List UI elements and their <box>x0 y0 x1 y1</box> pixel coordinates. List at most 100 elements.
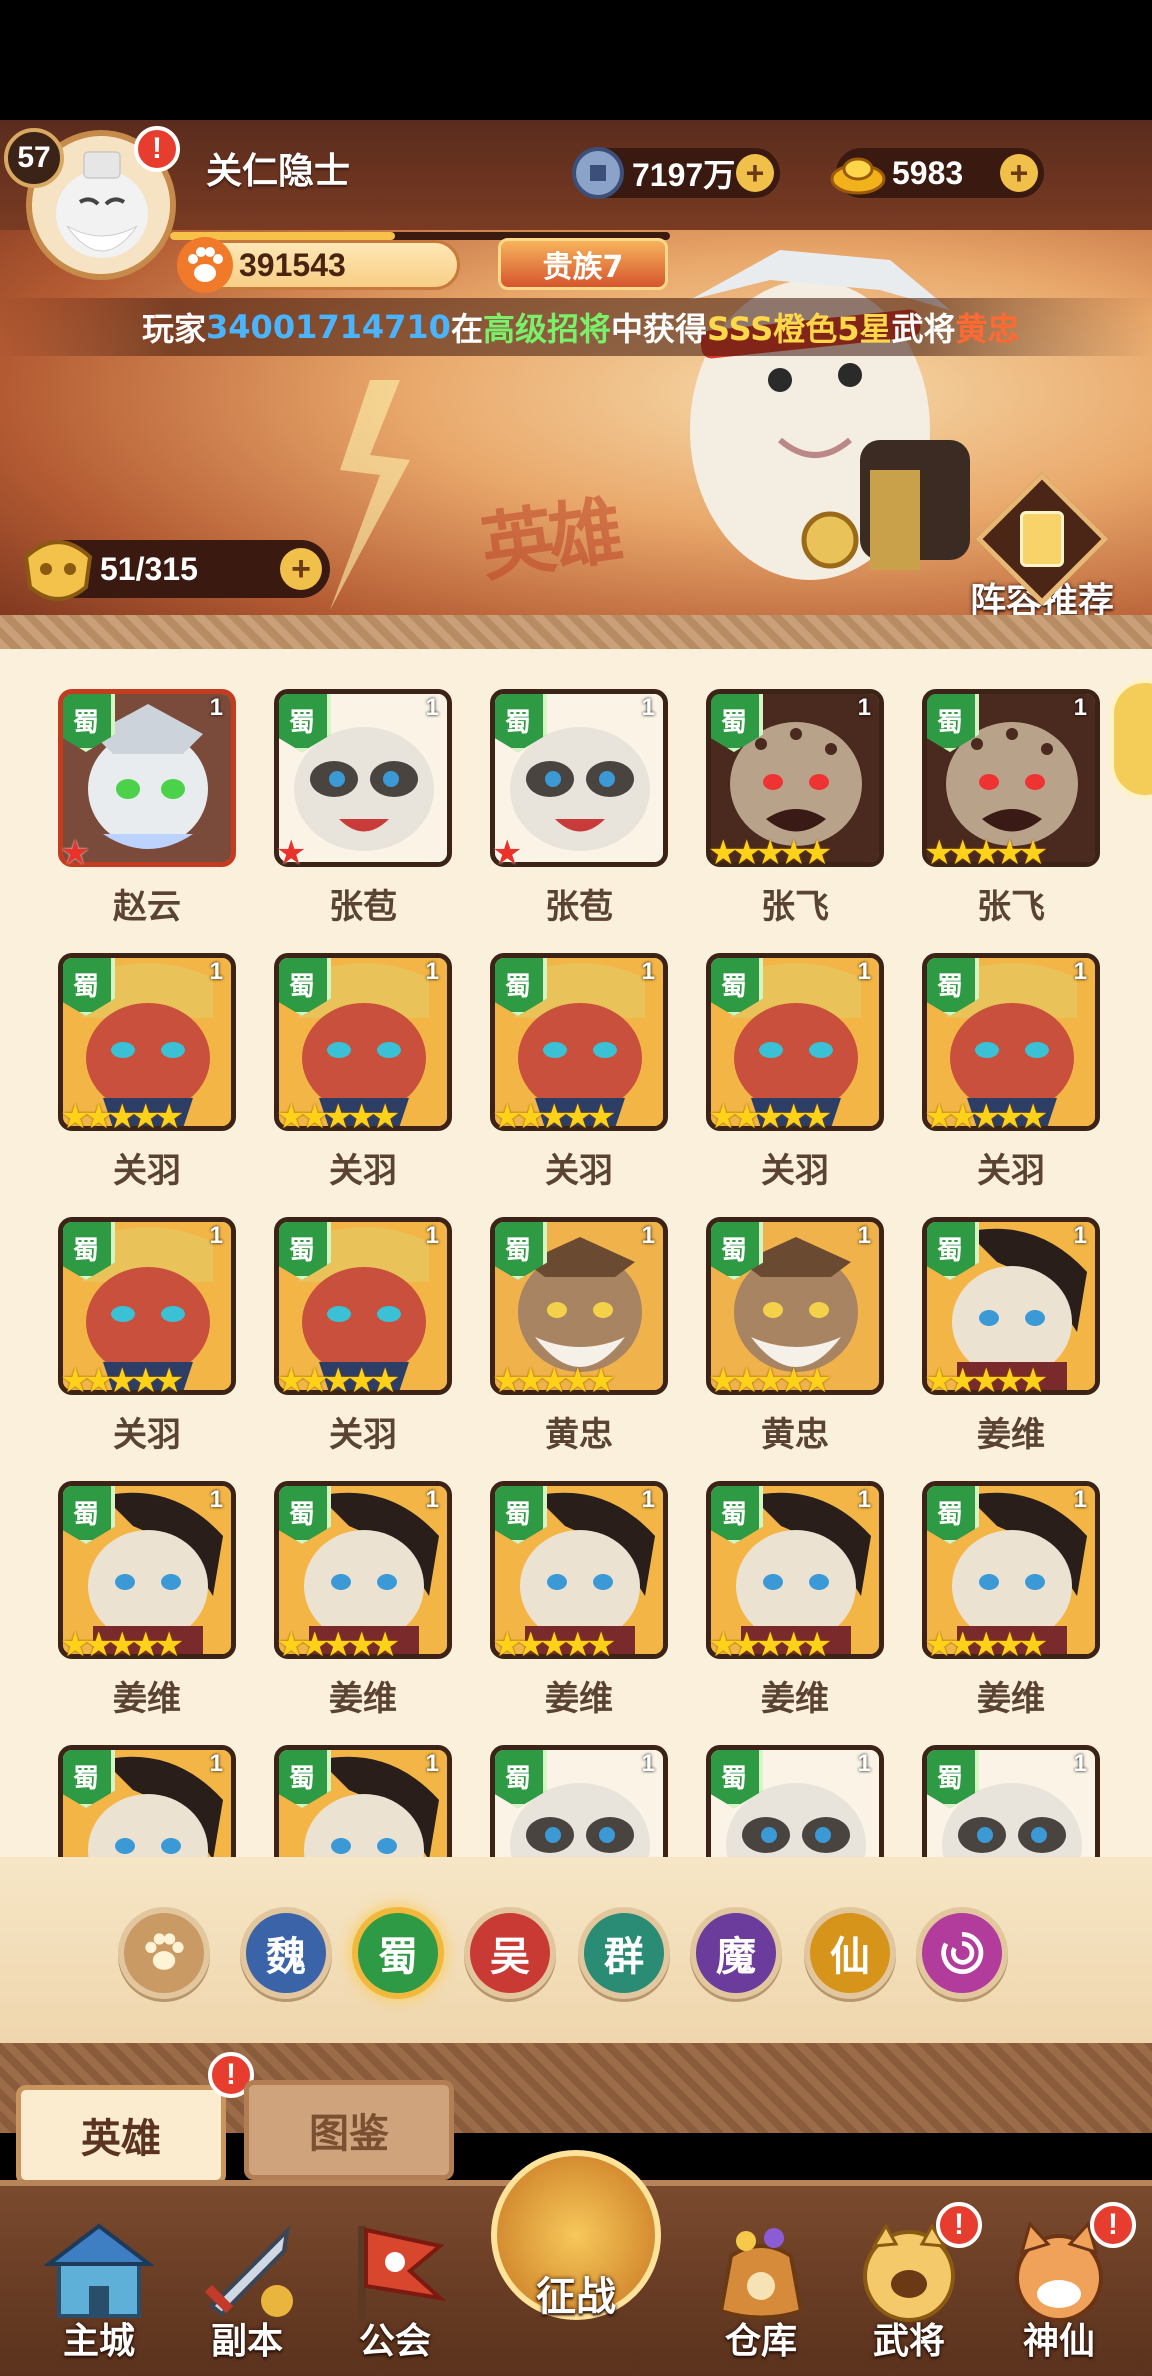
power-display: 391543 <box>177 237 460 293</box>
hero-mask-icon <box>23 540 93 601</box>
star-rating: ★★★★★ <box>276 1625 400 1665</box>
hero-card[interactable]: 蜀 1 ★ 张苞 <box>274 689 452 939</box>
hero-card[interactable]: 蜀1 <box>274 1745 452 1857</box>
nav-immortals-alert-icon: ! <box>1090 2202 1136 2248</box>
player-banner: 英雄 57 ! 关仁隐士 7197万 + 5983 + 391543 贵族7 玩… <box>0 120 1152 615</box>
hero-card[interactable]: 蜀 1 ★★★★★ 姜维 <box>58 1481 236 1731</box>
star-rating: ★★★★★ <box>708 1097 832 1137</box>
hero-portrait-frame: 蜀1 <box>490 689 668 867</box>
copper-resource[interactable]: 7197万 + <box>572 147 780 199</box>
hero-name: 张苞 <box>545 887 613 927</box>
hero-card[interactable]: 蜀 1 ★★★★★ 姜维 <box>922 1481 1100 1731</box>
star-rating: ★★★★★ <box>924 1625 1048 1665</box>
star-rating: ★★★★★ <box>708 833 832 873</box>
hero-level: 1 <box>857 1486 871 1513</box>
faction-filter-wu[interactable]: 吴 <box>464 1907 556 1999</box>
faction-filter-qun[interactable]: 群 <box>578 1907 670 1999</box>
star-rating: ★★★★★ <box>492 1361 616 1401</box>
hero-card[interactable]: 蜀 1 ★ 张苞 <box>490 689 668 939</box>
hero-level: 1 <box>209 1750 223 1777</box>
nav-battle[interactable]: 征战 <box>486 2150 666 2376</box>
hero-level: 1 <box>209 694 223 721</box>
hero-card[interactable]: 蜀1 <box>490 1745 668 1857</box>
add-hero-slots-button[interactable]: + <box>280 548 322 590</box>
hero-portrait-frame: 蜀1 <box>274 1745 452 1857</box>
player-name: 关仁隐士 <box>206 151 351 192</box>
hero-name: 姜维 <box>545 1679 613 1719</box>
hero-card[interactable]: 蜀 1 ★★★★★ 黄忠 <box>490 1217 668 1467</box>
faction-filter-mo[interactable]: 魔 <box>690 1907 782 1999</box>
broadcast-text: 武将 <box>891 310 956 348</box>
add-copper-button[interactable]: + <box>736 154 774 192</box>
hero-level: 1 <box>425 1222 439 1249</box>
hero-name: 赵云 <box>113 887 181 927</box>
hero-card[interactable]: 蜀 1 ★★★★★ 关羽 <box>274 953 452 1203</box>
hero-card[interactable]: 蜀 1 ★★★★★ 关羽 <box>922 953 1100 1203</box>
star-rating: ★ <box>60 833 91 873</box>
hero-level: 1 <box>641 1486 655 1513</box>
nav-city[interactable]: 主城 <box>24 2216 174 2376</box>
nav-storage[interactable]: 仓库 <box>686 2216 836 2376</box>
lineup-recommend-button[interactable]: 阵容推荐 <box>952 472 1132 615</box>
gold-resource[interactable]: 5983 + <box>830 148 1044 198</box>
hero-name: 张苞 <box>329 887 397 927</box>
faction-filter-special[interactable] <box>916 1907 1008 1999</box>
gold-ingot-icon <box>830 157 886 195</box>
hero-card[interactable]: 蜀 1 ★★★★★ 关羽 <box>274 1217 452 1467</box>
side-scroll-tab[interactable] <box>1110 679 1152 799</box>
hero-card[interactable]: 蜀 1 ★★★★★ 关羽 <box>58 1217 236 1467</box>
faction-filter-all[interactable] <box>118 1907 210 1999</box>
hero-card[interactable]: 蜀 1 ★★★★★ 关羽 <box>490 953 668 1203</box>
hero-level: 1 <box>641 958 655 985</box>
broadcast-ticker: 玩家 34001714710 在 高级招将 中获得 SSS橙色5星 武将 黄忠 <box>0 298 1152 356</box>
star-rating: ★★★★★ <box>276 1097 400 1137</box>
hero-name: 姜维 <box>113 1679 181 1719</box>
castle-icon <box>43 2223 155 2318</box>
hero-count[interactable]: 51/315 + <box>23 540 330 601</box>
hero-level: 1 <box>641 1750 655 1777</box>
hero-name: 关羽 <box>545 1151 613 1191</box>
hero-card[interactable]: 蜀 1 ★★★★★ 姜维 <box>922 1217 1100 1467</box>
hero-level: 1 <box>425 1486 439 1513</box>
hero-card[interactable]: 蜀 1 ★★★★★ 姜维 <box>274 1481 452 1731</box>
hero-level: 1 <box>857 1222 871 1249</box>
hero-level: 1 <box>1073 958 1087 985</box>
faction-filter-shu[interactable]: 蜀 <box>352 1907 444 1999</box>
noble-rank-badge[interactable]: 贵族7 <box>498 238 668 290</box>
hero-card[interactable]: 蜀 1 ★★★★★ 黄忠 <box>706 1217 884 1467</box>
nav-dungeon[interactable]: 副本 <box>172 2216 322 2376</box>
hero-name: 黄忠 <box>761 1415 829 1455</box>
hero-card[interactable]: 蜀1 <box>922 1745 1100 1857</box>
hero-card[interactable]: 蜀 1 ★★★★★ 关羽 <box>706 953 884 1203</box>
tab-codex[interactable]: 图鉴 <box>244 2080 454 2180</box>
star-rating: ★★★★★ <box>708 1361 832 1401</box>
hero-name: 关羽 <box>113 1415 181 1455</box>
broadcast-event: 高级招将 <box>482 310 611 348</box>
faction-filter-xian[interactable]: 仙 <box>804 1907 896 1999</box>
hero-card[interactable]: 蜀 1 ★★★★★ 姜维 <box>706 1481 884 1731</box>
hero-card[interactable]: 蜀1 <box>58 1745 236 1857</box>
hero-card[interactable]: 蜀 1 ★★★★★ 张飞 <box>706 689 884 939</box>
faction-filter-wei[interactable]: 魏 <box>240 1907 332 1999</box>
featured-hero-art <box>690 250 970 580</box>
hero-card[interactable]: 蜀 1 ★★★★★ 张飞 <box>922 689 1100 939</box>
hero-grid: 蜀 1 ★ 赵云蜀 1 ★ 张苞蜀 1 ★ 张苞蜀 1 ★★★★★ 张飞蜀 1 ★★★★★ 张飞蜀 1 ★★★★★… <box>0 649 1152 1857</box>
add-gold-button[interactable]: + <box>1000 154 1038 192</box>
hero-level: 1 <box>1073 694 1087 721</box>
hero-name: 姜维 <box>977 1415 1045 1455</box>
star-rating: ★★★★★ <box>276 1361 400 1401</box>
hero-card[interactable]: 蜀1 <box>706 1745 884 1857</box>
hero-card[interactable]: 蜀 1 ★★★★★ 关羽 <box>58 953 236 1203</box>
hero-card[interactable]: 蜀 1 ★★★★★ 姜维 <box>490 1481 668 1731</box>
hero-portrait-frame: 蜀1 <box>58 1745 236 1857</box>
tab-heroes[interactable]: 英雄 <box>16 2085 226 2185</box>
star-rating: ★ <box>492 833 523 873</box>
copper-coin-icon <box>572 147 624 199</box>
hero-portrait-frame: 蜀1 <box>490 1745 668 1857</box>
hero-portrait-frame: 蜀1 <box>922 1745 1100 1857</box>
hero-grid-viewport[interactable]: 蜀 1 ★ 赵云蜀 1 ★ 张苞蜀 1 ★ 张苞蜀 1 ★★★★★ 张飞蜀 1 ★★★★★ 张飞蜀 1 ★★★★★… <box>0 649 1152 1857</box>
nav-guild[interactable]: 公会 <box>320 2216 470 2376</box>
star-rating: ★★★★★ <box>924 833 1048 873</box>
hero-card[interactable]: 蜀 1 ★ 赵云 <box>58 689 236 939</box>
copper-value: 7197万 <box>632 157 736 193</box>
